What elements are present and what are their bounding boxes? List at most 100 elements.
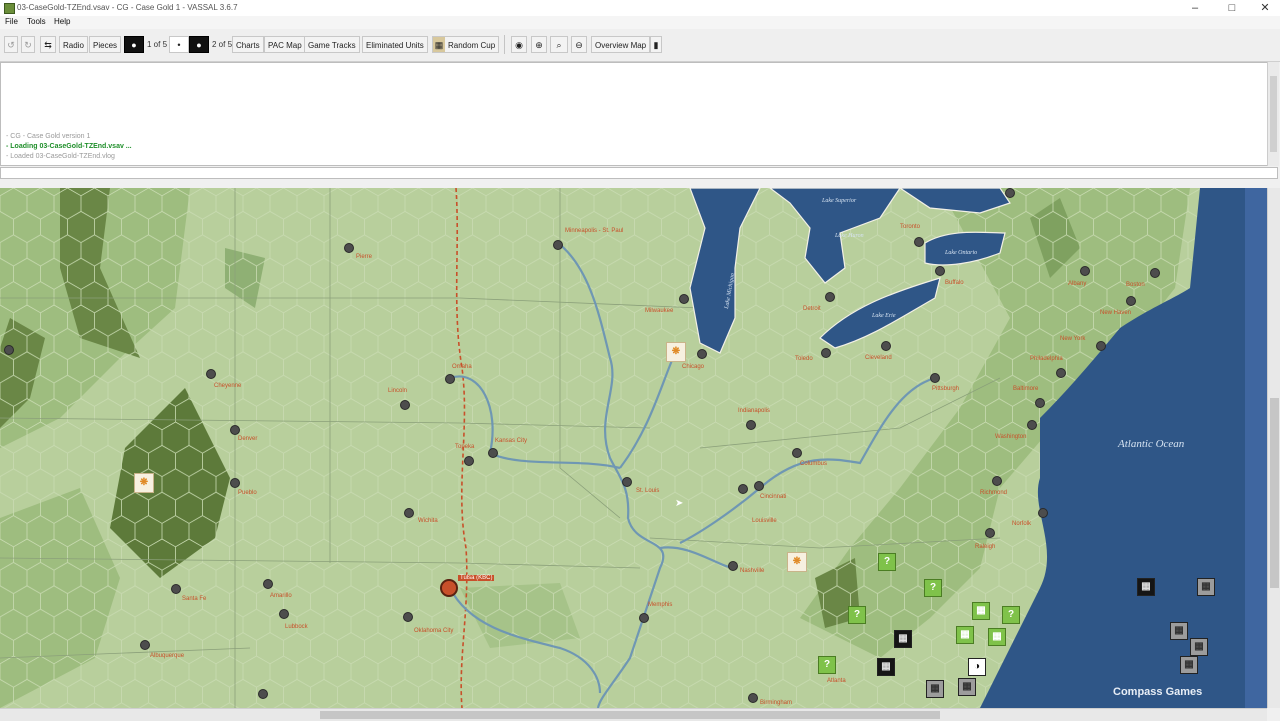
city-marker[interactable] [985,528,995,538]
eliminated-units-button[interactable]: Eliminated Units [362,36,428,53]
city-marker[interactable] [344,243,354,253]
city-marker[interactable] [263,579,273,589]
city-marker[interactable] [464,456,474,466]
page2-icon[interactable]: ● [189,36,209,53]
menu-tools[interactable]: Tools [27,17,46,26]
overview-map-button[interactable]: Overview Map [591,36,651,53]
city-marker[interactable] [992,476,1002,486]
unit-counter-icon[interactable]: ▦ [877,658,895,676]
hidden-unit-counter[interactable]: ? [848,606,866,624]
city-marker[interactable] [488,448,498,458]
factory-marker-icon[interactable]: ❋ [666,342,686,362]
chat-scrollbar[interactable] [1267,62,1279,166]
menu-file[interactable]: File [5,17,18,26]
unit-counter-icon[interactable]: ▦ [1137,578,1155,596]
unit-counter-icon[interactable]: ▦ [894,630,912,648]
step-icon[interactable]: ⇆ [40,36,56,53]
map-vertical-scrollbar[interactable] [1267,188,1280,708]
unit-counter-icon[interactable]: ▦ [1170,622,1188,640]
menu-help[interactable]: Help [54,17,70,26]
map-horizontal-scrollbar[interactable] [0,708,1267,721]
city-marker[interactable] [821,348,831,358]
target-hex-marker[interactable] [440,579,458,597]
city-marker[interactable] [403,612,413,622]
game-map[interactable]: Atlantic Ocean Lake Superior Lake Huron … [0,188,1267,708]
zoom-select-icon[interactable]: ⌕ [550,36,568,53]
unit-counter-icon[interactable]: ▦ [956,626,974,644]
city-marker[interactable] [930,373,940,383]
city-marker[interactable] [400,400,410,410]
stack-icon[interactable]: ▮ [650,36,662,53]
city-marker[interactable] [622,477,632,487]
redo-icon[interactable]: ↻ [21,36,35,53]
unit-counter-icon[interactable]: ▦ [972,602,990,620]
city-marker[interactable] [258,689,268,699]
unit-counter-icon[interactable]: ▦ [1197,578,1215,596]
city-marker[interactable] [679,294,689,304]
map-hscroll-thumb[interactable] [320,711,940,719]
page1-icon[interactable]: ● [124,36,144,53]
random-cup-icon[interactable]: ▦ [432,36,446,53]
factory-marker-icon[interactable]: ❋ [134,473,154,493]
city-marker[interactable] [792,448,802,458]
game-tracks-button[interactable]: Game Tracks [304,36,360,53]
city-marker[interactable] [1080,266,1090,276]
city-marker[interactable] [230,425,240,435]
unit-counter-icon[interactable]: ▦ [958,678,976,696]
city-marker[interactable] [445,374,455,384]
pieces-button[interactable]: Pieces [89,36,122,53]
city-marker[interactable] [1005,188,1015,198]
charts-button[interactable]: Charts [232,36,264,53]
minimize-icon[interactable]: – [1178,0,1212,16]
radio-button[interactable]: Radio [59,36,88,53]
unit-counter-icon[interactable]: ▦ [1180,656,1198,674]
hidden-unit-counter[interactable]: ? [1002,606,1020,624]
city-marker[interactable] [914,237,924,247]
hidden-unit-counter[interactable]: ? [818,656,836,674]
unit-counter-icon[interactable]: ▦ [926,680,944,698]
city-marker[interactable] [639,613,649,623]
city-marker[interactable] [553,240,563,250]
city-marker[interactable] [1035,398,1045,408]
unit-counter-icon[interactable]: ▦ [1190,638,1208,656]
city-marker[interactable] [1027,420,1037,430]
city-marker[interactable] [754,481,764,491]
city-marker[interactable] [1150,268,1160,278]
city-marker[interactable] [728,561,738,571]
city-marker[interactable] [746,420,756,430]
city-marker[interactable] [1056,368,1066,378]
undo-icon[interactable]: ↺ [4,36,18,53]
map-vscroll-thumb[interactable] [1270,398,1279,588]
chat-input[interactable] [0,167,1278,179]
city-marker[interactable] [1038,508,1048,518]
city-marker[interactable] [935,266,945,276]
city-marker[interactable] [697,349,707,359]
city-marker[interactable] [1096,341,1106,351]
city-marker[interactable] [881,341,891,351]
pac-map-button[interactable]: PAC Map [264,36,306,53]
city-marker[interactable] [1126,296,1136,306]
turn-marker-icon[interactable]: ◑ [968,658,986,676]
page2-dot-icon[interactable]: • [169,36,189,53]
zoom-out-icon[interactable]: ⊖ [571,36,587,53]
close-icon[interactable]: ✕ [1248,0,1280,16]
random-cup-button[interactable]: Random Cup [445,36,500,53]
city-marker[interactable] [206,369,216,379]
city-marker[interactable] [4,345,14,355]
city-marker[interactable] [404,508,414,518]
city-marker[interactable] [230,478,240,488]
hidden-unit-counter[interactable]: ? [924,579,942,597]
zoom-in-icon[interactable]: ⊕ [531,36,547,53]
city-marker[interactable] [738,484,748,494]
binoculars-icon[interactable]: ◉ [511,36,527,53]
unit-counter-icon[interactable]: ▦ [988,628,1006,646]
city-marker[interactable] [140,640,150,650]
city-marker[interactable] [279,609,289,619]
city-marker[interactable] [825,292,835,302]
factory-marker-icon[interactable]: ❋ [787,552,807,572]
maximize-icon[interactable]: □ [1215,0,1249,16]
chat-scroll-thumb[interactable] [1270,76,1277,152]
city-marker[interactable] [171,584,181,594]
city-marker[interactable] [748,693,758,703]
hidden-unit-counter[interactable]: ? [878,553,896,571]
